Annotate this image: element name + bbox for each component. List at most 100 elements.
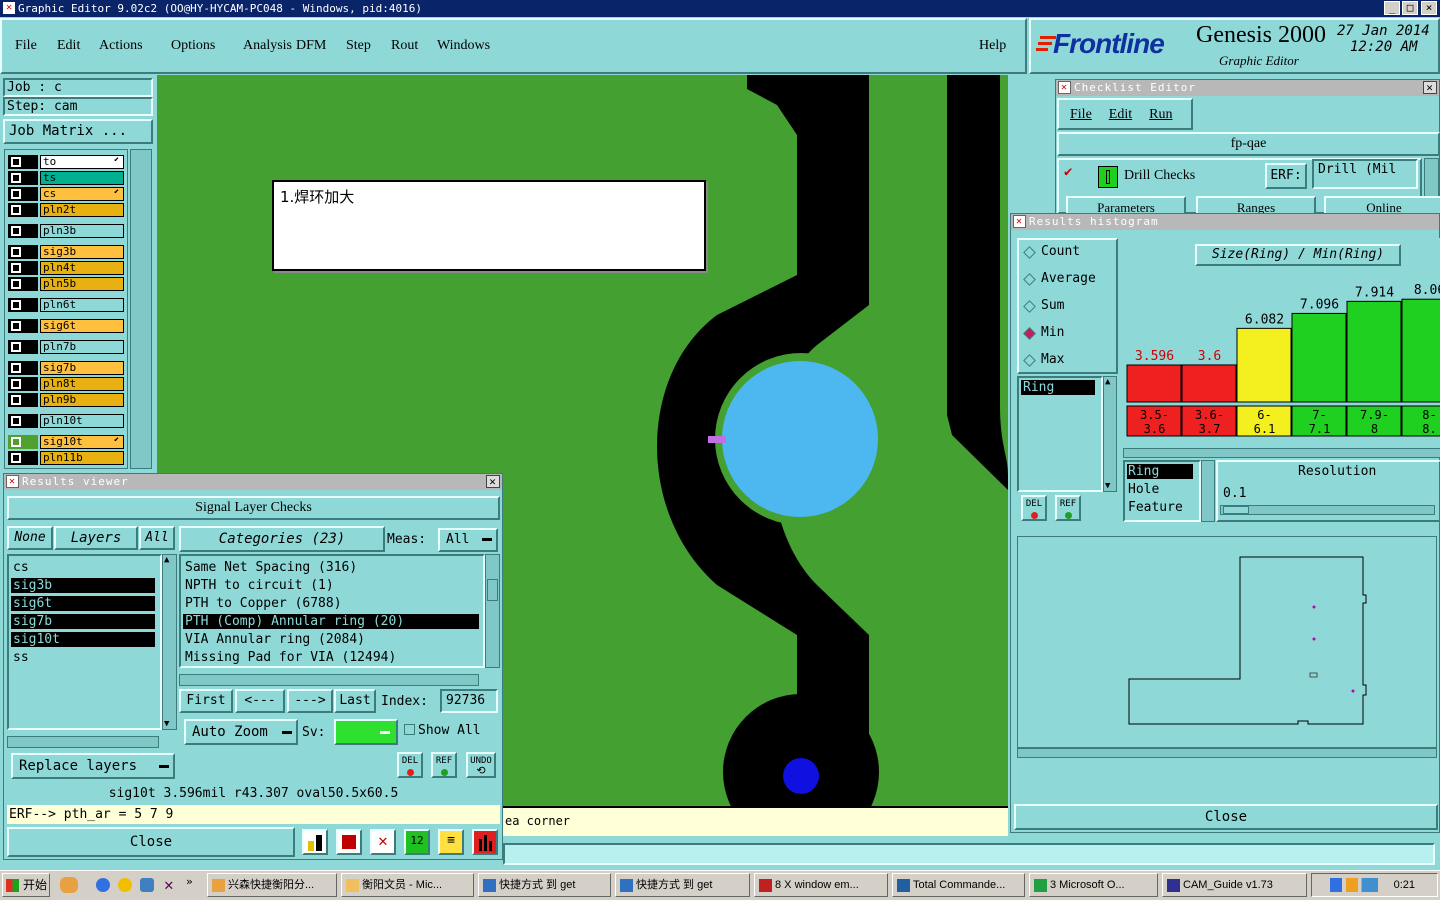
layer-checkbox[interactable]	[8, 298, 38, 312]
layer-checkbox[interactable]	[8, 171, 38, 185]
layer-checkbox[interactable]	[8, 224, 38, 238]
layer-checkbox[interactable]	[8, 435, 38, 449]
tray-icons[interactable]	[1330, 878, 1378, 892]
category-item[interactable]: PTH (Comp) Annular ring (20)	[183, 614, 479, 629]
category-item[interactable]: VIA Annular ring (2084)	[183, 632, 479, 647]
layer-row[interactable]: pln8t	[8, 377, 124, 391]
replace-layers-select[interactable]: Replace layers	[11, 753, 175, 779]
result-layer-item[interactable]: sig3b	[11, 578, 155, 593]
layer-name[interactable]: sig7b	[40, 361, 124, 375]
histogram-bar[interactable]	[1236, 327, 1292, 403]
layer-row[interactable]: ts	[8, 171, 124, 185]
mode-max[interactable]: Max	[1023, 352, 1115, 370]
layer-row[interactable]: sig6t	[8, 319, 124, 333]
category-hscrollbar[interactable]	[179, 674, 479, 686]
layer-row[interactable]: cs ⬋	[8, 187, 124, 201]
menu-help[interactable]: Help	[979, 38, 1006, 54]
layer-row[interactable]: to ⬋	[8, 155, 124, 169]
start-button[interactable]: 开始	[2, 873, 50, 897]
resolution-slider[interactable]	[1220, 505, 1435, 515]
mode-min[interactable]: Min	[1023, 325, 1115, 343]
layer-checkbox[interactable]	[8, 261, 38, 275]
clock-icon[interactable]	[118, 878, 132, 892]
last-button[interactable]: Last	[334, 689, 376, 713]
category-item[interactable]: NPTH to circuit (1)	[183, 578, 479, 593]
index-input[interactable]: 92736	[440, 689, 498, 713]
layer-checkbox[interactable]	[8, 340, 38, 354]
layer-checkbox[interactable]	[8, 319, 38, 333]
command-line[interactable]	[503, 843, 1435, 865]
layer-name[interactable]: pln3b	[40, 224, 124, 238]
layer-checkbox[interactable]	[8, 451, 38, 465]
x-icon[interactable]: ✕	[164, 875, 174, 894]
checklist-menu-file[interactable]: File	[1070, 107, 1092, 123]
menu-file[interactable]: File	[15, 38, 37, 54]
prev-button[interactable]: <---	[235, 689, 285, 713]
taskbar-item[interactable]: 3 Microsoft O...	[1029, 873, 1158, 897]
show-all-checkbox[interactable]	[404, 724, 415, 735]
toolbar-icon-5[interactable]: ≡	[438, 829, 464, 855]
layer-row[interactable]: pln4t	[8, 261, 124, 275]
menu-edit[interactable]: Edit	[57, 38, 80, 54]
layer-name[interactable]: sig10t	[40, 435, 124, 449]
sort-scrollbar[interactable]	[1201, 460, 1215, 522]
menu-windows[interactable]: Windows	[437, 38, 490, 54]
layer-name[interactable]: pln6t	[40, 298, 124, 312]
toolbar-icon-4[interactable]: 12	[404, 829, 430, 855]
hist-del-button[interactable]: DEL	[1021, 495, 1047, 521]
undo-button[interactable]: UNDO ⟲	[466, 752, 496, 778]
category-item[interactable]: PTH to Copper (6788)	[183, 596, 479, 611]
del-button[interactable]: DEL	[397, 752, 423, 778]
layer-name[interactable]: pln8t	[40, 377, 124, 391]
histogram-bar[interactable]	[1346, 300, 1402, 403]
layer-checkbox[interactable]	[8, 203, 38, 217]
none-button[interactable]: None	[7, 526, 53, 550]
chart-hscrollbar[interactable]	[1123, 448, 1440, 458]
result-layer-item[interactable]: ss	[11, 650, 155, 665]
taskbar-item[interactable]: 兴森快捷衡阳分...	[207, 873, 337, 897]
layer-scrollbar[interactable]	[130, 149, 152, 469]
layer-name[interactable]: pln10t	[40, 414, 124, 428]
mode-sum[interactable]: Sum	[1023, 298, 1115, 316]
results-close-button[interactable]: Close	[7, 827, 295, 857]
taskbar-item[interactable]: 8 X window em...	[754, 873, 888, 897]
layer-checkbox[interactable]	[8, 361, 38, 375]
browser-icon[interactable]	[140, 878, 154, 892]
close-icon[interactable]: ✕	[486, 475, 500, 488]
toolbar-icon-3[interactable]: ✕	[370, 829, 396, 855]
menu-step[interactable]: Step	[346, 38, 371, 54]
menu-rout[interactable]: Rout	[391, 38, 418, 54]
layer-name[interactable]: to	[40, 155, 124, 169]
mode-average[interactable]: Average	[1023, 271, 1115, 289]
outline-preview[interactable]	[1017, 536, 1437, 748]
taskbar-item[interactable]: 快捷方式 到 get	[615, 873, 750, 897]
categories-button[interactable]: Categories (23)	[179, 526, 385, 552]
category-item[interactable]: Same Net Spacing (316)	[183, 560, 479, 575]
close-window-button[interactable]: ×	[1421, 1, 1437, 15]
taskbar-item[interactable]: 快捷方式 到 get	[478, 873, 611, 897]
toolbar-icon-6[interactable]	[472, 829, 498, 855]
layer-checkbox[interactable]	[8, 245, 38, 259]
sort-item[interactable]: Ring	[1127, 464, 1193, 479]
meas-select[interactable]: All	[438, 528, 498, 552]
layers-button[interactable]: Layers	[54, 526, 138, 550]
layer-row[interactable]: pln9b	[8, 393, 124, 407]
layer-hscrollbar[interactable]	[7, 736, 159, 748]
layer-name[interactable]: pln4t	[40, 261, 124, 275]
taskbar-item[interactable]: Total Commande...	[892, 873, 1025, 897]
histogram-close-button[interactable]: Close	[1014, 804, 1438, 830]
layer-row[interactable]: sig7b	[8, 361, 124, 375]
taskbar-item[interactable]: 衡阳文员 - Mic...	[341, 873, 474, 897]
next-button[interactable]: --->	[287, 689, 333, 713]
layer-row[interactable]: pln11b	[8, 451, 124, 465]
layer-checkbox[interactable]	[8, 277, 38, 291]
layer-checkbox[interactable]	[8, 393, 38, 407]
result-layer-item[interactable]: sig7b	[11, 614, 155, 629]
hist-ref-button[interactable]: REF	[1055, 495, 1081, 521]
histogram-bar[interactable]	[1291, 312, 1347, 403]
layer-checkbox[interactable]	[8, 155, 38, 169]
layer-row[interactable]: pln10t	[8, 414, 124, 428]
layer-name[interactable]: sig6t	[40, 319, 124, 333]
more-icon[interactable]: »	[186, 875, 193, 888]
toolbar-icon-2[interactable]	[336, 829, 362, 855]
